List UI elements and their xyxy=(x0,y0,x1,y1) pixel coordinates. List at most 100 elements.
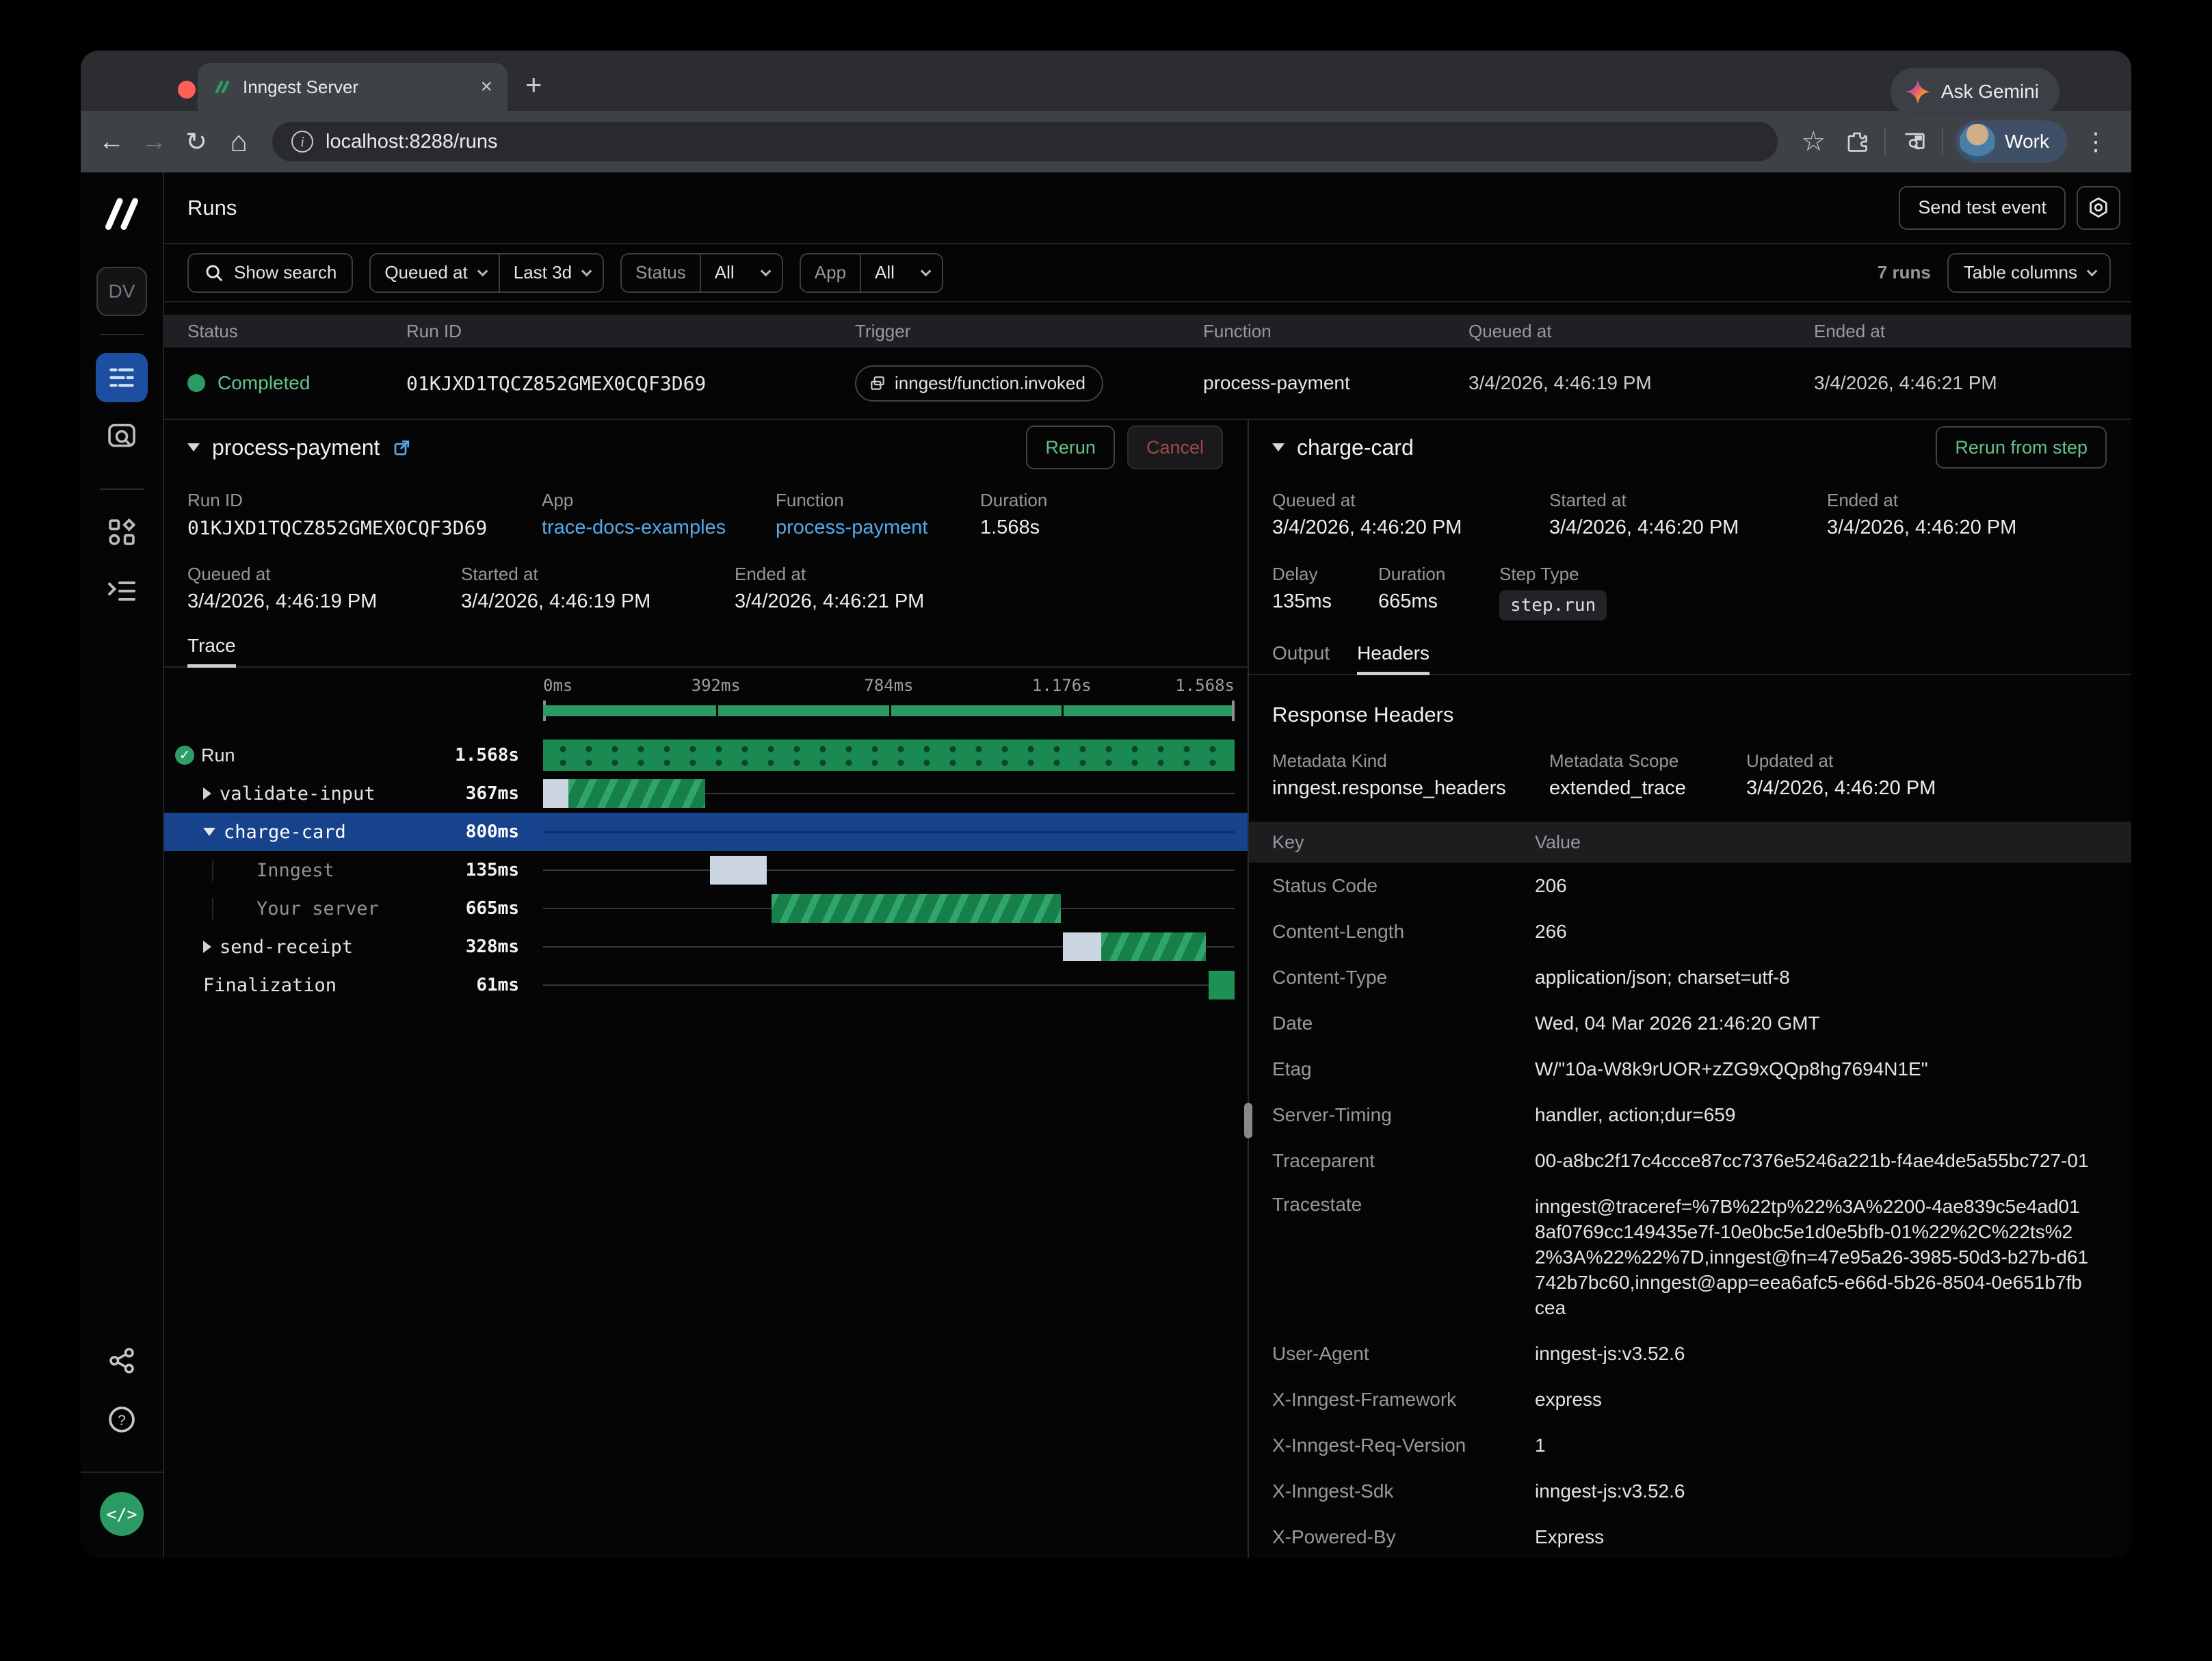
table-row[interactable]: Completed 01KJXD1TQCZ852GMEX0CQF3D69 inn… xyxy=(164,348,2131,419)
step-started-at-field: Started at 3/4/2026, 4:46:20 PM xyxy=(1549,490,1827,539)
new-tab-button[interactable]: + xyxy=(525,68,542,101)
collapse-run-chevron-icon[interactable] xyxy=(187,443,200,452)
drag-handle[interactable] xyxy=(1244,1103,1252,1138)
open-run-external-icon[interactable] xyxy=(392,437,412,458)
ask-gemini-button[interactable]: Ask Gemini xyxy=(1891,68,2059,116)
chevron-down-icon xyxy=(581,266,592,277)
trace-row-validate-input[interactable]: validate-input 367ms xyxy=(164,774,1248,813)
bookmark-star-icon[interactable]: ☆ xyxy=(1801,126,1826,157)
reload-icon[interactable]: ↻ xyxy=(175,127,218,157)
trace-row-your-server[interactable]: Your server 665ms xyxy=(164,889,1248,928)
address-bar[interactable]: i localhost:8288/runs xyxy=(272,122,1778,161)
back-icon[interactable]: ← xyxy=(90,127,133,157)
show-search-button[interactable]: Show search xyxy=(187,253,353,293)
status-dot-completed xyxy=(187,374,205,392)
header-row-content-type: Content-Typeapplication/json; charset=ut… xyxy=(1249,954,2131,1000)
sidebar-item-functions[interactable] xyxy=(96,566,148,616)
header-row-date: DateWed, 04 Mar 2026 21:46:20 GMT xyxy=(1249,1000,2131,1046)
share-button[interactable] xyxy=(96,1336,148,1385)
status-filter-group: Status All xyxy=(620,253,783,293)
trigger-pill[interactable]: inngest/function.invoked xyxy=(855,365,1103,402)
tab-close-icon[interactable]: × xyxy=(480,77,492,97)
extensions-puzzle-icon[interactable] xyxy=(1845,129,1869,154)
status-filter-dropdown[interactable]: All xyxy=(700,254,782,291)
status-badge: Completed xyxy=(218,372,310,394)
sidebar-item-runs[interactable] xyxy=(96,353,148,402)
cancel-button[interactable]: Cancel xyxy=(1127,426,1223,469)
col-run-id[interactable]: Run ID xyxy=(406,321,855,342)
tab-output[interactable]: Output xyxy=(1272,642,1330,674)
rerun-from-step-button[interactable]: Rerun from step xyxy=(1936,426,2107,469)
dev-tools-button[interactable]: </> xyxy=(100,1492,144,1536)
sidebar-divider xyxy=(100,488,144,490)
send-test-event-button[interactable]: Send test event xyxy=(1899,186,2066,230)
step-detail-tabs: Output Headers xyxy=(1249,642,2131,675)
function-field: Function process-payment xyxy=(776,490,980,539)
close-window-button[interactable] xyxy=(178,81,196,99)
app-filter-group: App All xyxy=(800,253,943,293)
tab-headers[interactable]: Headers xyxy=(1357,642,1430,674)
collapse-step-chevron-icon[interactable] xyxy=(1272,443,1285,452)
function-cell: process-payment xyxy=(1203,372,1469,394)
ended-at-cell: 3/4/2026, 4:46:21 PM xyxy=(1814,372,2131,394)
chevron-down-icon xyxy=(761,266,772,277)
trace-row-inngest[interactable]: Inngest 135ms xyxy=(164,851,1248,889)
sidebar-item-apps[interactable] xyxy=(96,508,148,557)
header-row-traceparent: Traceparent00-a8bc2f17c4ccce87cc7376e524… xyxy=(1249,1138,2131,1183)
app-filter-label-cell: App xyxy=(801,254,860,291)
browser-profile-button[interactable]: Work xyxy=(1956,120,2067,163)
table-columns-dropdown[interactable]: Table columns xyxy=(1947,253,2111,293)
forward-icon[interactable]: → xyxy=(133,127,175,157)
chevron-down-icon[interactable] xyxy=(203,828,215,836)
trace-row-run[interactable]: Run 1.568s xyxy=(164,736,1248,774)
col-value: Value xyxy=(1535,832,2131,853)
chevron-down-icon xyxy=(921,266,932,277)
app-link[interactable]: trace-docs-examples xyxy=(542,516,776,539)
delay-field: Delay 135ms xyxy=(1272,564,1378,620)
col-function[interactable]: Function xyxy=(1203,321,1469,342)
toolbar-divider xyxy=(1884,128,1886,155)
settings-button[interactable] xyxy=(2077,186,2120,230)
profile-label: Work xyxy=(2005,131,2049,153)
filter-bar: Show search Queued at Last 3d Status All… xyxy=(164,244,2131,302)
app-field: App trace-docs-examples xyxy=(542,490,776,539)
status-filter-label-cell: Status xyxy=(622,254,700,291)
browser-menu-icon[interactable]: ⋮ xyxy=(2083,127,2108,156)
browser-tab[interactable]: Inngest Server × xyxy=(198,63,508,111)
queued-at-dropdown[interactable]: Queued at xyxy=(371,254,498,291)
run-id-cell: 01KJXD1TQCZ852GMEX0CQF3D69 xyxy=(406,372,855,395)
trace-minimap[interactable] xyxy=(543,701,1235,721)
event-copy-icon xyxy=(869,374,886,392)
help-button[interactable]: ? xyxy=(96,1395,148,1444)
gemini-sparkle-icon xyxy=(1906,79,1930,104)
col-ended-at[interactable]: Ended at xyxy=(1814,321,2131,342)
search-icon xyxy=(204,263,224,283)
url-text: localhost:8288/runs xyxy=(326,131,498,153)
site-info-icon[interactable]: i xyxy=(291,131,313,153)
trace-row-finalization[interactable]: Finalization 61ms xyxy=(164,966,1248,1004)
sidebar-item-events[interactable] xyxy=(96,412,148,461)
chevron-right-icon[interactable] xyxy=(203,787,211,800)
trace-row-send-receipt[interactable]: send-receipt 328ms xyxy=(164,928,1248,966)
pane-resize-divider[interactable] xyxy=(1248,420,1249,1558)
home-icon[interactable]: ⌂ xyxy=(218,125,260,158)
reading-mode-icon[interactable] xyxy=(1901,129,1927,155)
environment-badge[interactable]: DV xyxy=(96,267,147,316)
tab-title: Inngest Server xyxy=(243,77,469,98)
runs-list-icon xyxy=(108,366,135,389)
run-title: process-payment xyxy=(212,435,380,460)
app-filter-dropdown[interactable]: All xyxy=(860,254,942,291)
rerun-button[interactable]: Rerun xyxy=(1026,426,1115,469)
inngest-logo-icon[interactable] xyxy=(99,193,144,234)
trace-row-charge-card[interactable]: charge-card 800ms xyxy=(164,813,1248,851)
col-trigger[interactable]: Trigger xyxy=(855,321,1203,342)
col-status[interactable]: Status xyxy=(187,321,406,342)
tab-trace[interactable]: Trace xyxy=(187,635,236,666)
chevron-down-icon xyxy=(477,266,488,277)
header-row-tracestate: Tracestateinngest@traceref=%7B%22tp%22%3… xyxy=(1249,1183,2131,1331)
time-range-dropdown[interactable]: Last 3d xyxy=(499,254,603,291)
col-queued-at[interactable]: Queued at xyxy=(1469,321,1814,342)
function-link[interactable]: process-payment xyxy=(776,516,980,539)
chevron-right-icon[interactable] xyxy=(203,941,211,953)
time-filter-group: Queued at Last 3d xyxy=(369,253,604,293)
